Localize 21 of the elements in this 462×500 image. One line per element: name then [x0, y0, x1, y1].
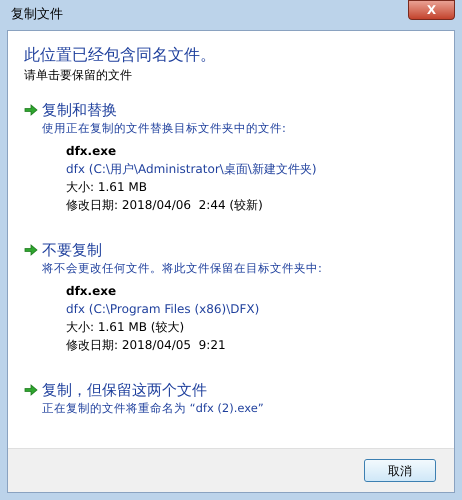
file-path: dfx (C:\用户\Administrator\桌面\新建文件夹) [66, 161, 318, 178]
option-description: 正在复制的文件将重命名为 “dfx (2).exe” [41, 400, 265, 417]
subheading: 请单击要保留的文件 [24, 67, 133, 84]
file-size: 大小: 1.61 MB [66, 179, 148, 196]
file-path: dfx (C:\Program Files (x86)\DFX) [66, 301, 260, 318]
arrow-icon [24, 104, 38, 116]
window-title: 复制文件 [11, 6, 63, 24]
option-description: 使用正在复制的文件替换目标文件夹中的文件: [41, 120, 287, 137]
arrow-icon [24, 244, 38, 256]
file-name: dfx.exe [66, 283, 118, 300]
option-title[interactable]: 复制和替换 [42, 100, 117, 120]
file-modified: 修改日期: 2018/04/05 9:21 [66, 337, 227, 354]
option-title[interactable]: 复制，但保留这两个文件 [42, 380, 207, 400]
option-description: 将不会更改任何文件。将此文件保留在目标文件夹中: [41, 260, 323, 277]
heading: 此位置已经包含同名文件。 [24, 44, 217, 66]
cancel-button[interactable]: 取消 [364, 459, 436, 482]
file-size: 大小: 1.61 MB (较大) [66, 319, 186, 336]
option-title[interactable]: 不要复制 [42, 240, 102, 260]
arrow-icon [24, 384, 38, 396]
file-modified: 修改日期: 2018/04/06 2:44 (较新) [66, 197, 264, 214]
file-name: dfx.exe [66, 143, 118, 160]
